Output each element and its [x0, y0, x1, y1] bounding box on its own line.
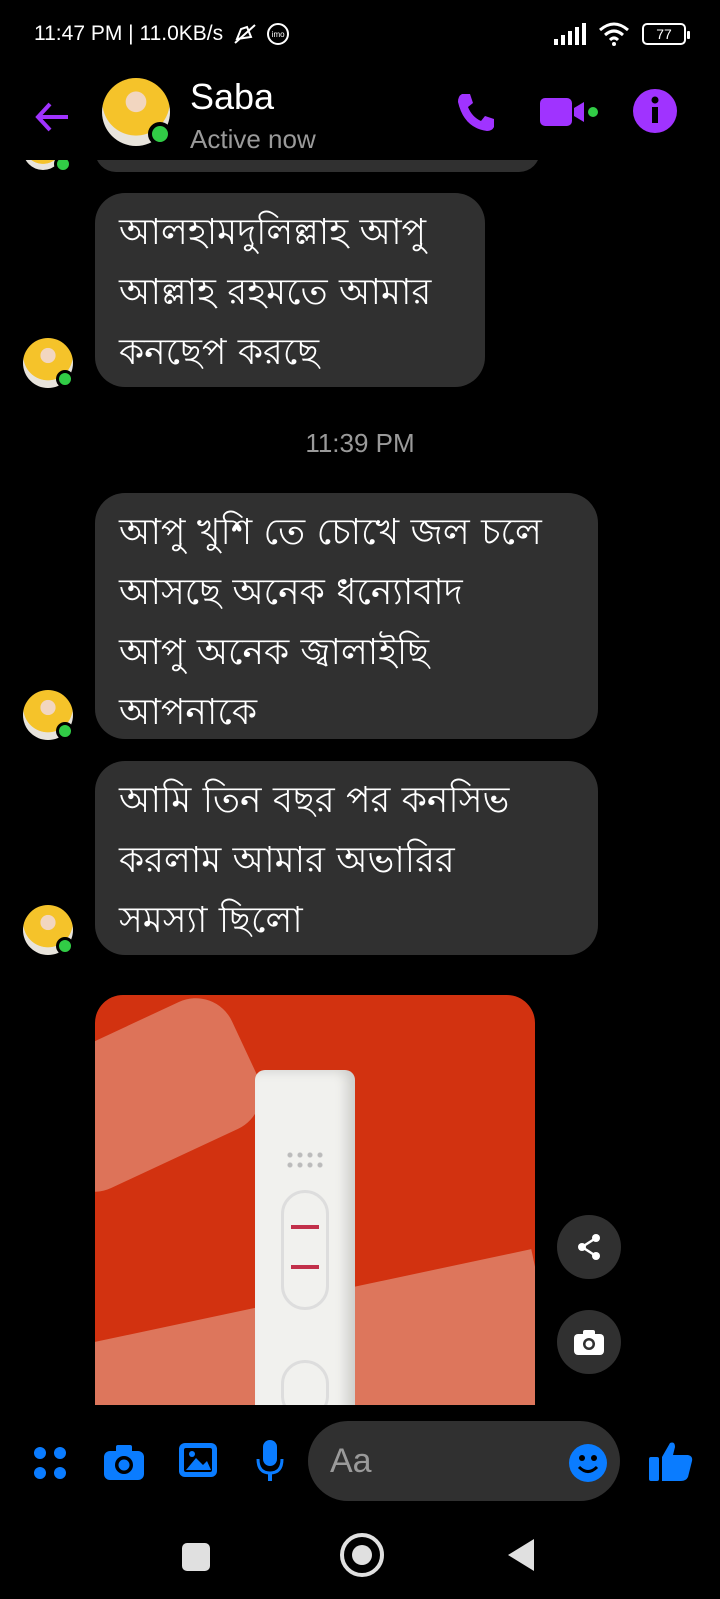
message-line: কনছেপ করছে	[119, 332, 320, 373]
message-list[interactable]: আলহামদুলিল্লাহ আপু আল্লাহ রহমতে আমার কনছ…	[0, 160, 720, 1405]
recents-button[interactable]	[182, 1543, 210, 1571]
video-call-icon[interactable]	[540, 94, 598, 130]
status-time: 11:47 PM | 11.0KB/s	[34, 22, 224, 45]
share-button[interactable]	[557, 1215, 621, 1279]
message-line: আল্লাহ রহমতে আমার	[119, 272, 432, 313]
message-line: আপু অনেক জ্বালাইছি	[119, 632, 430, 673]
wifi-icon	[599, 22, 629, 46]
online-indicator	[54, 160, 72, 173]
online-indicator	[148, 122, 172, 146]
message-line: আপু খুশি তে চোখে জল চলে	[119, 512, 542, 553]
system-nav-bar	[0, 1515, 720, 1599]
message-bubble[interactable]: আলহামদুলিল্লাহ আপু আল্লাহ রহমতে আমার কনছ…	[95, 193, 485, 387]
message-bubble[interactable]: আপু খুশি তে চোখে জল চলে আসছে অনেক ধন্যোব…	[95, 493, 598, 739]
message-line: আলহামদুলিল্লাহ আপু	[119, 212, 427, 253]
message-line: সমস্যা ছিলো	[119, 900, 303, 941]
message-line: আমি তিন বছর পর কনসিভ	[119, 780, 510, 821]
message-timestamp: 11:39 PM	[305, 428, 415, 458]
mute-alarm-icon	[234, 24, 256, 44]
pregnancy-test-photo	[255, 1070, 355, 1405]
status-bar: 11:47 PM | 11.0KB/s imo 77	[0, 0, 720, 70]
camera-icon	[574, 1330, 604, 1355]
message-bubble[interactable]: আমি তিন বছর পর কনসিভ করলাম আমার অভারির স…	[95, 761, 598, 955]
message-bubble-partial[interactable]	[95, 160, 540, 172]
camera-button[interactable]	[557, 1310, 621, 1374]
message-line: আসছে অনেক ধন্যোবাদ	[119, 572, 463, 613]
share-icon	[578, 1234, 600, 1260]
conversation-header: Saba Active now	[0, 72, 720, 162]
imo-icon: imo	[267, 23, 290, 45]
photo-message[interactable]	[95, 995, 535, 1405]
gallery-icon[interactable]	[178, 1441, 218, 1479]
home-button[interactable]	[340, 1533, 384, 1577]
message-line: করলাম আমার অভারির	[119, 840, 455, 881]
composer	[0, 1405, 720, 1515]
status-right: 77	[554, 22, 690, 46]
signal-icon	[554, 23, 586, 45]
online-indicator	[56, 370, 74, 388]
battery-icon: 77	[642, 23, 690, 45]
online-indicator	[56, 722, 74, 740]
info-icon[interactable]	[632, 88, 678, 134]
camera-icon[interactable]	[103, 1443, 145, 1481]
apps-icon[interactable]	[32, 1445, 68, 1481]
back-button[interactable]	[508, 1539, 534, 1571]
thumbs-up-icon[interactable]	[648, 1439, 694, 1483]
back-arrow-icon[interactable]	[28, 92, 78, 142]
online-indicator	[56, 937, 74, 955]
mic-icon[interactable]	[255, 1439, 285, 1483]
message-line: আপনাকে	[119, 692, 258, 733]
phone-call-icon[interactable]	[452, 88, 500, 136]
contact-status: Active now	[190, 124, 316, 154]
status-left: 11:47 PM | 11.0KB/s imo	[34, 22, 290, 46]
contact-name[interactable]: Saba	[190, 76, 274, 118]
emoji-icon[interactable]	[568, 1443, 608, 1483]
